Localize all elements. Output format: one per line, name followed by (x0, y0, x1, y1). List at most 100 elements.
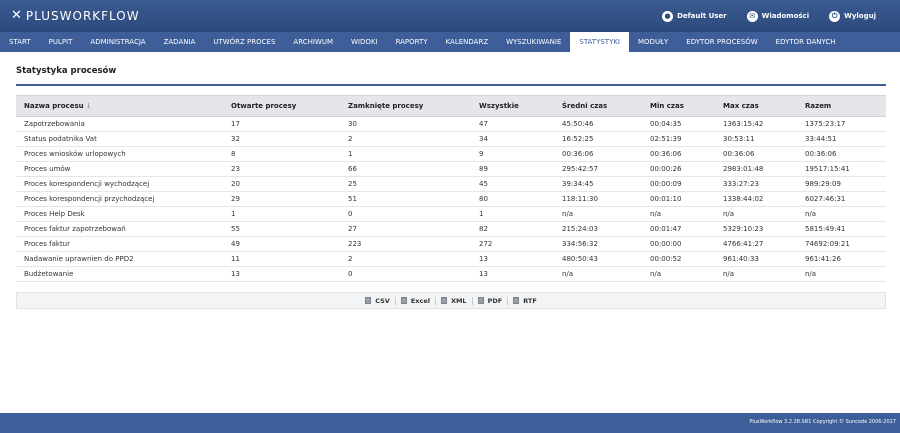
col-header-avg-time[interactable]: Średni czas (554, 95, 642, 117)
table-row: Proces korespondencji przychodzącej 29 5… (16, 191, 886, 207)
cell-avg-time: 00:36:06 (554, 146, 642, 162)
document-icon (400, 297, 407, 304)
power-icon: ⏻ (829, 10, 841, 22)
envelope-icon: ✉ (746, 10, 758, 22)
footer: PlusWorkflow 3.2.28.SR1 Copyright © Sunc… (0, 413, 900, 433)
cell-avg-time: 215:24:03 (554, 221, 642, 237)
cell-avg-time: 16:52:25 (554, 131, 642, 147)
col-header-name[interactable]: Nazwa procesu ↓ (16, 95, 223, 117)
cell-closed: 30 (340, 116, 471, 132)
cell-min-time: 00:01:10 (642, 191, 715, 207)
logout-link[interactable]: ⏻ Wyloguj (829, 10, 876, 22)
export-excel-button[interactable]: Excel (394, 296, 435, 305)
cell-total: n/a (797, 266, 886, 282)
cell-open: 29 (223, 191, 340, 207)
cell-name: Proces wniosków urlopowych (16, 146, 223, 162)
cell-total: 6027:46:31 (797, 191, 886, 207)
cell-min-time: 02:51:39 (642, 131, 715, 147)
table-row: Proces wniosków urlopowych 8 1 9 00:36:0… (16, 146, 886, 162)
export-csv-button[interactable]: CSV (360, 297, 395, 305)
cell-closed: 27 (340, 221, 471, 237)
cell-open: 23 (223, 161, 340, 177)
cell-min-time: 00:00:00 (642, 236, 715, 252)
table-row: Zapotrzebowania 17 30 47 45:50:46 00:04:… (16, 116, 886, 132)
export-xml-button[interactable]: XML (434, 296, 472, 305)
cell-name: Budżetowanie (16, 266, 223, 282)
cell-min-time: 00:00:26 (642, 161, 715, 177)
cell-min-time: n/a (642, 206, 715, 222)
table-row: Proces Help Desk 1 0 1 n/a n/a n/a n/a (16, 206, 886, 222)
messages-link[interactable]: ✉ Wiadomości (746, 10, 809, 22)
cell-total: 989:29:09 (797, 176, 886, 192)
col-header-closed[interactable]: Zamknięte procesy (340, 95, 471, 117)
cell-avg-time: 334:56:32 (554, 236, 642, 252)
cell-open: 20 (223, 176, 340, 192)
col-header-min-time[interactable]: Min czas (642, 95, 715, 117)
cell-name: Nadawanie uprawnien do PPD2 (16, 251, 223, 267)
cell-closed: 2 (340, 131, 471, 147)
nav-item-wyszukiwanie[interactable]: WYSZUKIWANIE (497, 32, 570, 52)
nav-item-edytor-procesow[interactable]: EDYTOR PROCESÓW (677, 32, 766, 52)
table-row: Proces faktur zapotrzebowań 55 27 82 215… (16, 221, 886, 237)
nav-item-widoki[interactable]: WIDOKI (342, 32, 387, 52)
export-pdf-button[interactable]: PDF (471, 296, 508, 305)
export-rtf-button[interactable]: RTF (507, 296, 542, 305)
nav-item-utworz-proces[interactable]: UTWÓRZ PROCES (204, 32, 284, 52)
cell-all: 80 (471, 191, 554, 207)
cell-max-time: 961:40:33 (715, 251, 797, 267)
title-divider (16, 84, 886, 86)
app-logo[interactable]: ✕ PLUSWORKFLOW (11, 8, 140, 24)
table-row: Status podatnika Vat 32 2 34 16:52:25 02… (16, 131, 886, 147)
col-header-open[interactable]: Otwarte procesy (223, 95, 340, 117)
footer-copyright: PlusWorkflow 3.2.28.SR1 Copyright © Sunc… (749, 419, 896, 425)
export-pdf-label: PDF (487, 296, 503, 305)
cell-max-time: 5329:10:23 (715, 221, 797, 237)
cell-all: 82 (471, 221, 554, 237)
cell-name: Status podatnika Vat (16, 131, 223, 147)
cell-total: 5815:49:41 (797, 221, 886, 237)
cell-all: 34 (471, 131, 554, 147)
nav-item-statystyki[interactable]: STATYSTYKI (570, 32, 629, 52)
cell-max-time: 1363:15:42 (715, 116, 797, 132)
cell-avg-time: 295:42:57 (554, 161, 642, 177)
cell-closed: 223 (340, 236, 471, 252)
document-icon (477, 297, 484, 304)
nav-item-pulpit[interactable]: PULPIT (40, 32, 82, 52)
nav-item-zadania[interactable]: ZADANIA (155, 32, 205, 52)
table-row: Budżetowanie 13 0 13 n/a n/a n/a n/a (16, 266, 886, 282)
col-header-max-time[interactable]: Max czas (715, 95, 797, 117)
nav-item-moduly[interactable]: MODUŁY (629, 32, 677, 52)
cell-open: 55 (223, 221, 340, 237)
cell-name: Zapotrzebowania (16, 116, 223, 132)
export-csv-label: CSV (375, 296, 390, 305)
col-header-total[interactable]: Razem (797, 95, 886, 117)
cell-max-time: 2983:01:48 (715, 161, 797, 177)
cell-total: n/a (797, 206, 886, 222)
main-nav: START PULPIT ADMINISTRACJA ZADANIA UTWÓR… (0, 32, 900, 52)
user-link[interactable]: ● Default User (662, 10, 727, 22)
cell-closed: 2 (340, 251, 471, 267)
nav-item-administracja[interactable]: ADMINISTRACJA (81, 32, 154, 52)
cell-total: 00:36:06 (797, 146, 886, 162)
nav-item-archiwum[interactable]: ARCHIWUM (284, 32, 342, 52)
nav-item-kalendarz[interactable]: KALENDARZ (437, 32, 498, 52)
table-row: Proces umów 23 66 89 295:42:57 00:00:26 … (16, 161, 886, 177)
cell-max-time: n/a (715, 266, 797, 282)
cell-open: 17 (223, 116, 340, 132)
cell-all: 89 (471, 161, 554, 177)
cell-max-time: 333:27:23 (715, 176, 797, 192)
export-xml-label: XML (450, 296, 467, 305)
cell-max-time: n/a (715, 206, 797, 222)
nav-item-edytor-danych[interactable]: EDYTOR DANYCH (767, 32, 845, 52)
col-header-all[interactable]: Wszystkie (471, 95, 554, 117)
cell-open: 11 (223, 251, 340, 267)
nav-item-raporty[interactable]: RAPORTY (387, 32, 437, 52)
user-menu: ● Default User ✉ Wiadomości ⏻ Wyloguj (642, 8, 876, 24)
table-header-row: Nazwa procesu ↓ Otwarte procesy Zamknięte… (16, 95, 886, 117)
logo-mark-icon: ✕ (11, 8, 22, 23)
cell-open: 1 (223, 206, 340, 222)
nav-item-start[interactable]: START (0, 32, 40, 52)
cell-avg-time: n/a (554, 206, 642, 222)
cell-closed: 51 (340, 191, 471, 207)
cell-name: Proces umów (16, 161, 223, 177)
